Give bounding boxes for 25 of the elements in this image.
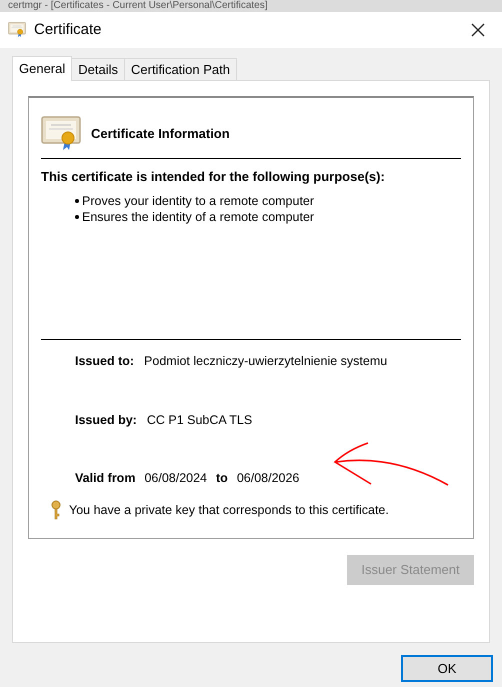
field-value: 06/08/2024 [144, 470, 207, 488]
tab[interactable]: General [12, 56, 72, 81]
field-value: CC P1 SubCA TLS [146, 412, 252, 428]
bullet-icon [75, 198, 79, 202]
ok-button[interactable]: OK [401, 655, 493, 682]
bullet-icon [75, 214, 79, 218]
field-label: to [216, 470, 228, 488]
field-value: 06/08/2026 [236, 470, 300, 488]
section-heading: Certificate Information [91, 125, 230, 144]
certificate-icon [8, 22, 26, 38]
private-key-note: You have a private key that corresponds to this certificate. [69, 502, 389, 519]
close-icon [471, 23, 485, 37]
field-label: Issued to: [75, 352, 134, 370]
field-label: Valid from [75, 470, 136, 488]
tab[interactable]: Certification Path [125, 58, 237, 80]
tab[interactable]: Details [72, 58, 125, 80]
purpose-heading: This certificate is intended for the following purpose(s): [41, 168, 386, 186]
field-value: Podmiot leczniczy-uwierzytelnienie systemu [144, 352, 388, 370]
purpose-item: Ensures the identity of a remote computer [82, 208, 314, 224]
certificate-icon [41, 116, 81, 152]
field-label: Issued by: [75, 412, 137, 429]
background-window-title: certmgr - [Certificates - Current User\Personal\Certificates] [0, 0, 502, 12]
window-title: Certificate [34, 20, 102, 40]
key-icon [51, 500, 61, 520]
purpose-item: Proves your identity to a remote computer [82, 192, 314, 208]
